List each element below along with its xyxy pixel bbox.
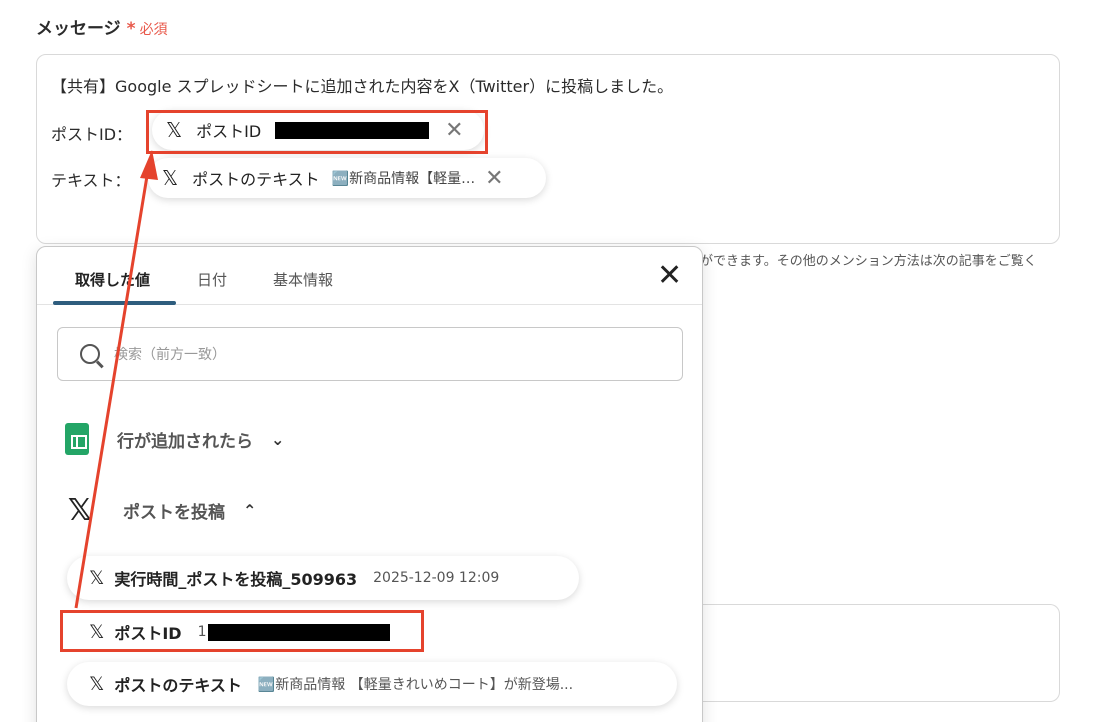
required-text: 必須 xyxy=(139,22,168,38)
google-sheets-icon xyxy=(65,423,89,455)
pill-text-label: ポストのテキスト xyxy=(192,170,320,189)
pill-text-preview: 🆕新商品情報【軽量… xyxy=(331,171,476,187)
chevron-down-icon: ⌄ xyxy=(271,429,285,449)
group-row-added[interactable]: 行が追加されたら ⌄ xyxy=(65,423,284,455)
search-icon xyxy=(80,344,100,364)
x-logo-icon: 𝕏 xyxy=(67,493,93,528)
item-label: ポストのテキスト xyxy=(114,676,242,695)
group-label: ポストを投稿 xyxy=(123,503,225,523)
close-icon[interactable]: ✕ xyxy=(657,261,682,291)
tab-date[interactable]: 日付 xyxy=(197,269,227,290)
post-id-label: ポストID： xyxy=(51,125,133,144)
search-placeholder: 検索（前方一致） xyxy=(114,347,226,363)
next-field-box[interactable] xyxy=(700,604,1060,702)
value-item-exec-time[interactable]: 𝕏 実行時間_ポストを投稿_509963 2025-12-09 12:09 xyxy=(67,556,579,600)
x-logo-icon: 𝕏 xyxy=(162,166,179,190)
popup-tabs: 取得した値 日付 基本情報 xyxy=(37,247,702,305)
mention-hint: ができます。その他のメンション方法は次の記事をご覧く xyxy=(700,254,1037,269)
tab-basic-info[interactable]: 基本情報 xyxy=(273,269,333,290)
text-label: テキスト： xyxy=(51,171,131,190)
item-label: 実行時間_ポストを投稿_509963 xyxy=(114,570,358,589)
x-logo-icon: 𝕏 xyxy=(89,673,105,695)
remove-pill-icon[interactable]: ✕ xyxy=(485,166,503,191)
message-field-label: メッセージ * 必須 xyxy=(36,14,168,39)
item-value: 🆕新商品情報 【軽量きれいめコート】が新登場... xyxy=(257,677,574,693)
field-label-text: メッセージ xyxy=(36,19,121,39)
x-logo-icon: 𝕏 xyxy=(89,567,105,589)
required-star: * xyxy=(126,19,136,39)
search-input[interactable]: 検索（前方一致） xyxy=(57,327,683,381)
value-item-post-text[interactable]: 𝕏 ポストのテキスト 🆕新商品情報 【軽量きれいめコート】が新登場... xyxy=(67,662,677,706)
chevron-up-icon: ⌃ xyxy=(243,501,257,520)
tab-acquired-values[interactable]: 取得した値 xyxy=(75,269,150,290)
highlight-box-top xyxy=(146,110,488,154)
post-text-variable-pill[interactable]: 𝕏 ポストのテキスト 🆕新商品情報【軽量… ✕ xyxy=(148,158,546,198)
group-label: 行が追加されたら xyxy=(117,431,253,452)
message-line-1: 【共有】Google スプレッドシートに追加された内容をX（Twitter）に投… xyxy=(51,77,674,96)
active-tab-indicator xyxy=(53,301,176,305)
highlight-box-bottom xyxy=(60,610,424,652)
item-value: 2025-12-09 12:09 xyxy=(373,570,500,586)
group-post-tweet[interactable]: 𝕏 ポストを投稿 ⌃ xyxy=(65,493,257,528)
